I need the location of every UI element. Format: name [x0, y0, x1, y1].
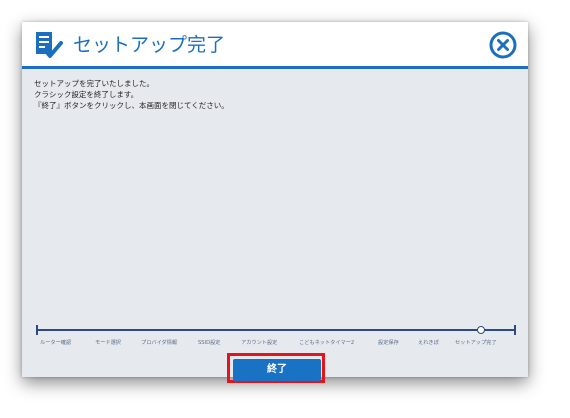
setup-progress-bar	[36, 325, 516, 335]
setup-checklist-icon	[33, 30, 63, 60]
step-provider-info: プロバイダ情報	[141, 340, 178, 346]
step-mode-select: モード選択	[95, 340, 121, 346]
step-router-check: ルーター確認	[40, 340, 72, 346]
progress-steps: ルーター確認 モード選択 プロバイダ情報 SSID設定 アカウント設定 こどもネ…	[22, 339, 528, 349]
completion-message: セットアップを完了いたしました。 クラシック設定を終了します。 『終了』ボタンを…	[34, 78, 229, 111]
step-save-settings: 設定保存	[378, 340, 399, 346]
step-ssid-settings: SSID設定	[198, 340, 221, 346]
dialog-body: セットアップを完了いたしました。 クラシック設定を終了します。 『終了』ボタンを…	[22, 69, 528, 383]
message-line: クラシック設定を終了します。	[34, 90, 139, 99]
current-step-marker	[477, 326, 485, 334]
step-account-settings: アカウント設定	[241, 340, 278, 346]
message-line: セットアップを完了いたしました。	[34, 79, 154, 88]
page-title: セットアップ完了	[73, 34, 226, 56]
dialog-header: セットアップ完了	[22, 22, 528, 69]
progress-track	[36, 329, 516, 331]
setup-complete-dialog: セットアップ完了 セットアップを完了いたしました。 クラシック設定を終了します。…	[22, 22, 528, 383]
step-ereki-po: えれきぽ	[418, 340, 439, 346]
message-line: 『終了』ボタンをクリックし、本画面を閉じてください。	[34, 101, 229, 110]
progress-end-cap	[514, 325, 516, 335]
finish-button[interactable]: 終了	[233, 359, 321, 381]
step-setup-complete: セットアップ完了	[455, 340, 497, 346]
step-kids-net-timer: こどもネットタイマー2	[299, 340, 355, 346]
close-icon[interactable]	[489, 31, 517, 59]
progress-start-cap	[36, 325, 38, 335]
